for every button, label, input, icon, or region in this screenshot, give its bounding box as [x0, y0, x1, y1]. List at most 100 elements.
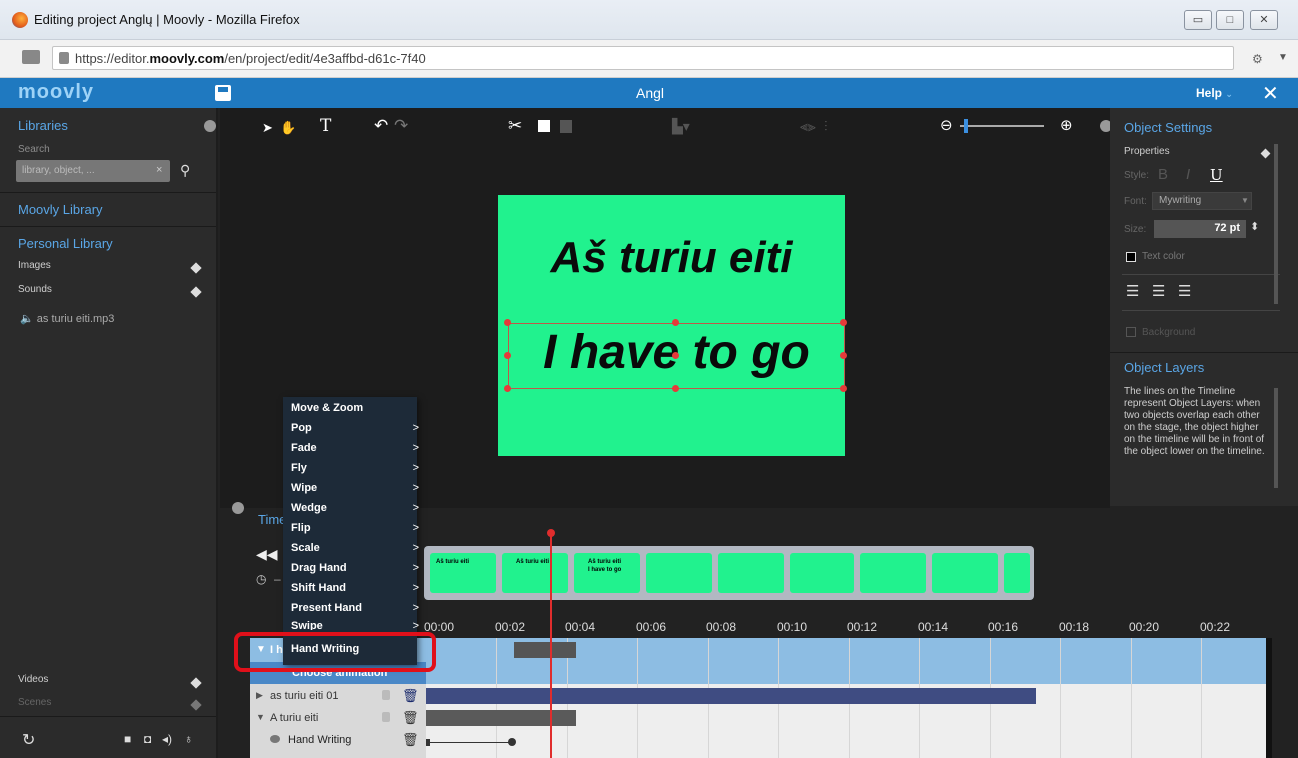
playhead-line[interactable]: [550, 532, 552, 758]
help-menu[interactable]: Help ⌄: [1196, 86, 1233, 100]
resize-handle[interactable]: [672, 385, 679, 392]
minimize-button[interactable]: ▭: [1184, 10, 1212, 30]
refresh-icon[interactable]: ↻: [22, 730, 35, 750]
timeline-collapse-icon[interactable]: [232, 502, 244, 514]
align-left-icon[interactable]: ☰: [1126, 282, 1139, 300]
zoom-out-icon[interactable]: ⊖: [940, 116, 953, 134]
menu-item-move-zoom[interactable]: Move & Zoom: [291, 402, 419, 414]
resize-handle[interactable]: [672, 319, 679, 326]
lock-icon[interactable]: [382, 690, 390, 700]
resize-handle[interactable]: [672, 352, 679, 359]
bold-button[interactable]: B: [1158, 166, 1168, 183]
stage-text-lithuanian[interactable]: Aš turiu eiti: [498, 233, 845, 283]
scene-thumbnail[interactable]: [646, 553, 712, 593]
rewind-icon[interactable]: ◀◀: [256, 546, 278, 563]
sound-file-item[interactable]: 🔈 as turiu eiti.mp3: [20, 312, 114, 325]
playhead-handle[interactable]: [547, 529, 555, 537]
object-clip-bar[interactable]: [426, 710, 576, 726]
images-category[interactable]: Images: [18, 260, 51, 271]
scene-thumbnail[interactable]: [718, 553, 784, 593]
menu-item-fade[interactable]: Fade >: [291, 442, 419, 454]
zoom-slider-thumb[interactable]: [964, 119, 968, 133]
close-window-button[interactable]: ✕: [1250, 10, 1278, 30]
search-input[interactable]: library, object, ... ×: [16, 160, 170, 182]
flip-horizontal-icon[interactable]: ⫷⫸: [800, 118, 816, 135]
scene-thumbnail[interactable]: [790, 553, 854, 593]
menu-item-fly[interactable]: Fly >: [291, 462, 419, 474]
menu-item-swipe[interactable]: Swipe >: [291, 620, 419, 630]
scene-thumbnail[interactable]: Aš turiu eiti: [430, 553, 496, 593]
menu-item-shift-hand[interactable]: Shift Hand >: [291, 582, 419, 594]
extensions-icon[interactable]: ⚙: [1252, 52, 1263, 66]
trash-icon[interactable]: 🗑: [402, 710, 419, 726]
flip-vertical-icon[interactable]: ⫶: [824, 118, 828, 135]
undo-icon[interactable]: ↶: [374, 116, 388, 136]
scene-thumbnail[interactable]: [1004, 553, 1030, 593]
scene-thumbnail[interactable]: [860, 553, 926, 593]
scenes-add-icon[interactable]: [190, 699, 202, 711]
scenes-category[interactable]: Scenes: [18, 697, 51, 708]
resize-handle[interactable]: [504, 352, 511, 359]
copy-icon[interactable]: [538, 120, 550, 132]
menu-item-scale[interactable]: Scale >: [291, 542, 419, 554]
sidebar-toggle-icon[interactable]: [22, 50, 40, 64]
resize-handle[interactable]: [840, 352, 847, 359]
zoom-in-icon[interactable]: ⊕: [1060, 116, 1073, 134]
expand-icon[interactable]: ▼: [256, 712, 265, 722]
clear-search-icon[interactable]: ×: [156, 164, 162, 176]
align-right-icon[interactable]: ☰: [1178, 282, 1191, 300]
save-icon[interactable]: [215, 85, 231, 101]
scene-thumbnail[interactable]: Aš turiu eiti I have to go: [574, 553, 640, 593]
resize-handle[interactable]: [504, 319, 511, 326]
italic-button[interactable]: I: [1186, 166, 1190, 183]
hand-tool-icon[interactable]: ✋: [280, 120, 296, 136]
zoom-slider[interactable]: [960, 119, 1044, 133]
search-icon[interactable]: ⚲: [180, 162, 190, 179]
trash-icon[interactable]: 🗑: [402, 732, 419, 748]
personal-library-title[interactable]: Personal Library: [18, 236, 113, 251]
align-center-icon[interactable]: ☰: [1152, 282, 1165, 300]
menu-item-pop[interactable]: Pop >: [291, 422, 419, 434]
layers-scrollbar[interactable]: [1274, 388, 1278, 488]
url-field[interactable]: https://editor.moovly.com/en/project/edi…: [52, 46, 1234, 70]
menu-dropdown-icon[interactable]: ▼: [1278, 52, 1288, 63]
stage-canvas[interactable]: Aš turiu eiti I have to go: [498, 195, 847, 456]
sounds-add-icon[interactable]: [190, 286, 202, 298]
select-tool-icon[interactable]: ➤: [262, 120, 273, 136]
resize-handle[interactable]: [504, 385, 511, 392]
font-select[interactable]: Mywriting ▼: [1152, 192, 1252, 210]
menu-item-wipe[interactable]: Wipe >: [291, 482, 419, 494]
scene-thumbnail[interactable]: Aš turiu eiti: [502, 553, 568, 593]
videos-category[interactable]: Videos: [18, 674, 48, 685]
lock-icon[interactable]: [382, 712, 390, 722]
text-tool-icon[interactable]: T: [320, 116, 331, 136]
people-icon[interactable]: ■: [124, 732, 131, 746]
keyframe-start[interactable]: [426, 739, 430, 746]
settings-scrollbar[interactable]: [1274, 144, 1278, 304]
close-editor-icon[interactable]: ✕: [1262, 81, 1279, 106]
scene-thumbnail[interactable]: [932, 553, 998, 593]
properties-toggle-icon[interactable]: [1260, 148, 1271, 159]
background-checkbox[interactable]: [1126, 327, 1136, 337]
maximize-button[interactable]: □: [1216, 10, 1244, 30]
menu-item-flip[interactable]: Flip >: [291, 522, 419, 534]
microphone-icon[interactable]: ♁: [184, 732, 193, 746]
layer-header[interactable]: ▶ as turiu eiti 01 🗑: [250, 686, 426, 708]
animation-clip[interactable]: [514, 642, 576, 658]
align-icon[interactable]: ▙▾: [672, 118, 690, 135]
camera-icon[interactable]: ◘: [144, 732, 151, 746]
menu-item-wedge[interactable]: Wedge >: [291, 502, 419, 514]
layer-header[interactable]: Hand Writing 🗑: [250, 730, 426, 752]
resize-handle[interactable]: [840, 385, 847, 392]
timeline-scrollbar[interactable]: [1266, 638, 1272, 758]
audio-icon[interactable]: ◂): [162, 732, 172, 746]
trash-icon[interactable]: 🗑: [402, 688, 419, 704]
text-color-checkbox[interactable]: [1126, 252, 1136, 262]
redo-icon[interactable]: ↷: [394, 116, 408, 136]
keyframe-end[interactable]: [508, 738, 516, 746]
resize-handle[interactable]: [840, 319, 847, 326]
size-stepper-icon[interactable]: ⬍: [1250, 220, 1259, 233]
underline-button[interactable]: U: [1210, 166, 1223, 184]
menu-item-drag-hand[interactable]: Drag Hand >: [291, 562, 419, 574]
videos-add-icon[interactable]: [190, 677, 202, 689]
